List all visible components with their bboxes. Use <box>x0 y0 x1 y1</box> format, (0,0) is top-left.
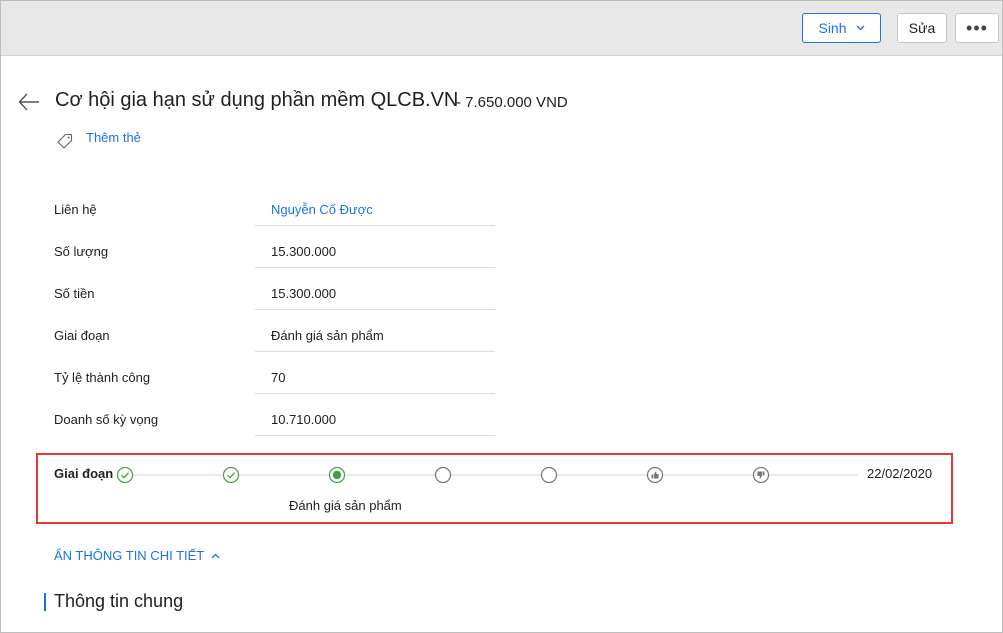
more-options-icon: ••• <box>966 17 988 38</box>
edit-button[interactable]: Sửa <box>897 13 947 43</box>
current-stage-label: Đánh giá sản phẩm <box>289 498 402 513</box>
stage-lost-thumbs-down-icon[interactable] <box>752 466 770 484</box>
field-expected-revenue: 10.710.000 <box>255 395 495 436</box>
stage-step-1-done-icon[interactable] <box>116 466 134 484</box>
hide-details-label: ẨN THÔNG TIN CHI TIẾT <box>54 548 205 563</box>
money-value: 15.300.000 <box>271 286 337 301</box>
generate-button[interactable]: Sinh <box>802 13 881 43</box>
stage-date: 22/02/2020 <box>867 466 933 481</box>
field-label-quantity: Số lượng <box>54 244 109 259</box>
contact-link[interactable]: Nguyễn Cố Được <box>271 202 373 217</box>
edit-button-label: Sửa <box>908 20 936 36</box>
success-rate-value: 70 <box>271 370 286 385</box>
stage-won-thumbs-up-icon[interactable] <box>646 466 664 484</box>
opportunity-amount: - 7.650.000 VND <box>456 94 568 111</box>
stage-step-5-pending-icon[interactable] <box>540 466 558 484</box>
field-success-rate: 70 <box>255 353 495 394</box>
tag-icon <box>57 133 73 149</box>
section-accent-bar <box>44 593 46 611</box>
field-label-contact: Liên hệ <box>54 202 97 217</box>
stage-value: Đánh giá sản phẩm <box>271 328 384 343</box>
stage-step-2-done-icon[interactable] <box>222 466 240 484</box>
stage-step-3-current-icon[interactable] <box>328 466 346 484</box>
back-arrow-icon[interactable] <box>17 90 41 114</box>
more-options-button[interactable]: ••• <box>955 13 999 43</box>
section-title: Thông tin chung <box>54 591 184 611</box>
field-label-stage: Giai đoạn <box>54 328 110 343</box>
field-stage: Đánh giá sản phẩm <box>255 311 495 352</box>
field-label-expected-revenue: Doanh số kỳ vọng <box>54 412 159 427</box>
add-tag-link[interactable]: Thêm thẻ <box>86 130 141 145</box>
field-contact: Nguyễn Cố Được <box>255 185 495 226</box>
expected-revenue-value: 10.710.000 <box>271 412 337 427</box>
quantity-value: 15.300.000 <box>271 244 337 259</box>
stage-tracker-label: Giai đoạn <box>54 466 114 481</box>
top-toolbar: Sinh Sửa ••• <box>1 1 1002 56</box>
field-label-success-rate: Tỷ lệ thành công <box>54 370 151 385</box>
stage-step-4-pending-icon[interactable] <box>434 466 452 484</box>
hide-details-toggle[interactable]: ẨN THÔNG TIN CHI TIẾT <box>54 548 220 563</box>
page-title: Cơ hội gia hạn sử dụng phần mềm QLCB.VN <box>55 89 459 111</box>
field-label-money: Số tiền <box>54 286 95 301</box>
field-money: 15.300.000 <box>255 269 495 310</box>
field-quantity: 15.300.000 <box>255 227 495 268</box>
chevron-up-icon <box>211 553 220 559</box>
stage-progress-track <box>116 466 858 484</box>
chevron-down-icon <box>856 25 864 31</box>
generate-button-label: Sinh <box>818 20 847 36</box>
